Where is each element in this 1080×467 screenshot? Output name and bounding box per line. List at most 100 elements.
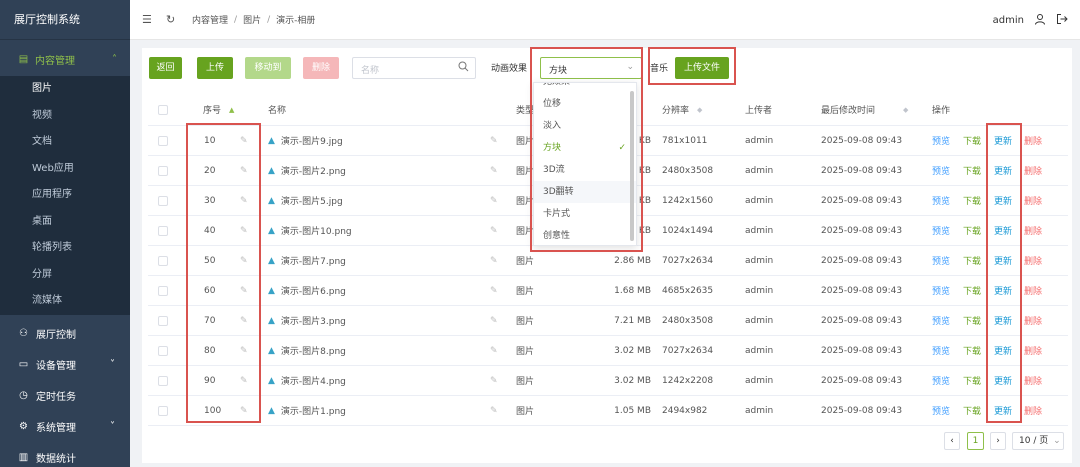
sidebar-item[interactable]: ◷ 定时任务: [0, 380, 130, 411]
edit-icon[interactable]: ✎: [240, 186, 248, 215]
sidebar-item[interactable]: ⚙ 系统管理 ˅: [0, 411, 130, 442]
edit-icon[interactable]: ✎: [240, 156, 248, 185]
preview-link[interactable]: 预览: [932, 126, 950, 155]
file-name[interactable]: 演示-图片10.png: [281, 224, 352, 237]
sidebar-item[interactable]: ▭ 设备管理 ˅: [0, 349, 130, 380]
sidebar-subitem[interactable]: 轮播列表: [0, 235, 130, 262]
row-checkbox[interactable]: [158, 165, 168, 176]
edit-icon[interactable]: ✎: [490, 216, 498, 245]
refresh-icon[interactable]: ↻: [166, 13, 178, 26]
file-name[interactable]: 演示-图片8.png: [281, 344, 346, 357]
delete-link[interactable]: 删除: [1024, 126, 1042, 155]
delete-link[interactable]: 删除: [1024, 216, 1042, 245]
file-name[interactable]: 演示-图片7.png: [281, 254, 346, 267]
file-name[interactable]: 演示-图片3.png: [281, 314, 346, 327]
sidebar-group-content[interactable]: ▤ 内容管理 ˄: [0, 42, 130, 76]
edit-icon[interactable]: ✎: [490, 126, 498, 155]
sidebar-subitem[interactable]: 视频: [0, 102, 130, 129]
dropdown-option[interactable]: 3D流: [534, 159, 636, 181]
preview-link[interactable]: 预览: [932, 276, 950, 305]
edit-icon[interactable]: ✎: [490, 246, 498, 275]
edit-icon[interactable]: ✎: [240, 336, 248, 365]
dropdown-scrollbar[interactable]: [630, 91, 634, 241]
dropdown-option[interactable]: 卡片式: [534, 203, 636, 225]
user-icon[interactable]: [1034, 13, 1046, 28]
preview-link[interactable]: 预览: [932, 186, 950, 215]
search-input[interactable]: 名称: [352, 57, 476, 79]
download-link[interactable]: 下载: [963, 276, 981, 305]
delete-link[interactable]: 删除: [1024, 366, 1042, 395]
animation-select[interactable]: 方块 ⌄: [540, 57, 642, 79]
delete-link[interactable]: 删除: [1024, 336, 1042, 365]
upload-file-button[interactable]: 上传文件: [675, 57, 729, 79]
upload-button[interactable]: 上传: [197, 57, 233, 79]
search-icon[interactable]: [458, 61, 469, 75]
dropdown-option[interactable]: 方块 ✓: [534, 137, 636, 159]
update-link[interactable]: 更新: [994, 336, 1012, 365]
download-link[interactable]: 下载: [963, 306, 981, 335]
dropdown-option[interactable]: 淡入: [534, 115, 636, 137]
update-link[interactable]: 更新: [994, 216, 1012, 245]
download-link[interactable]: 下载: [963, 126, 981, 155]
edit-icon[interactable]: ✎: [240, 246, 248, 275]
update-link[interactable]: 更新: [994, 276, 1012, 305]
sidebar-subitem[interactable]: 图片: [0, 76, 130, 103]
preview-link[interactable]: 预览: [932, 336, 950, 365]
download-link[interactable]: 下载: [963, 246, 981, 275]
edit-icon[interactable]: ✎: [490, 366, 498, 395]
preview-link[interactable]: 预览: [932, 366, 950, 395]
edit-icon[interactable]: ✎: [490, 396, 498, 425]
delete-link[interactable]: 删除: [1024, 246, 1042, 275]
current-page[interactable]: 1: [967, 432, 984, 450]
edit-icon[interactable]: ✎: [240, 126, 248, 155]
file-name[interactable]: 演示-图片1.png: [281, 404, 346, 417]
menu-collapse-icon[interactable]: ☰: [142, 13, 154, 26]
edit-icon[interactable]: ✎: [490, 276, 498, 305]
row-checkbox[interactable]: [158, 135, 168, 146]
row-checkbox[interactable]: [158, 285, 168, 296]
sidebar-subitem[interactable]: 桌面: [0, 208, 130, 235]
sidebar-item[interactable]: ⚇ 展厅控制: [0, 318, 130, 349]
download-link[interactable]: 下载: [963, 366, 981, 395]
back-button[interactable]: 返回: [149, 57, 182, 79]
sidebar-subitem[interactable]: 文档: [0, 129, 130, 156]
sidebar-item[interactable]: ▥ 数据统计: [0, 442, 130, 467]
sort-icon[interactable]: ◆: [697, 106, 702, 114]
row-checkbox[interactable]: [158, 255, 168, 266]
sidebar-subitem[interactable]: 分屏: [0, 261, 130, 288]
preview-link[interactable]: 预览: [932, 306, 950, 335]
logout-icon[interactable]: [1056, 13, 1068, 28]
delete-link[interactable]: 删除: [1024, 276, 1042, 305]
edit-icon[interactable]: ✎: [490, 156, 498, 185]
move-to-button[interactable]: 移动到: [245, 57, 291, 79]
sidebar-subitem[interactable]: 应用程序: [0, 182, 130, 209]
update-link[interactable]: 更新: [994, 126, 1012, 155]
next-page-button[interactable]: ›: [990, 432, 1006, 450]
download-link[interactable]: 下载: [963, 396, 981, 425]
prev-page-button[interactable]: ‹: [944, 432, 960, 450]
row-checkbox[interactable]: [158, 225, 168, 236]
edit-icon[interactable]: ✎: [240, 396, 248, 425]
update-link[interactable]: 更新: [994, 246, 1012, 275]
delete-button[interactable]: 删除: [303, 57, 339, 79]
breadcrumb-item[interactable]: 内容管理: [192, 13, 228, 26]
sort-icon[interactable]: ▲: [229, 106, 234, 114]
download-link[interactable]: 下载: [963, 336, 981, 365]
preview-link[interactable]: 预览: [932, 396, 950, 425]
row-checkbox[interactable]: [158, 345, 168, 356]
download-link[interactable]: 下载: [963, 216, 981, 245]
file-name[interactable]: 演示-图片9.jpg: [281, 134, 343, 147]
dropdown-option[interactable]: 创意性: [534, 225, 636, 245]
edit-icon[interactable]: ✎: [240, 366, 248, 395]
sidebar-subitem[interactable]: 流媒体: [0, 288, 130, 315]
sidebar-subitem[interactable]: Web应用: [0, 155, 130, 182]
dropdown-option[interactable]: 无效果: [534, 83, 636, 93]
update-link[interactable]: 更新: [994, 156, 1012, 185]
preview-link[interactable]: 预览: [932, 216, 950, 245]
file-name[interactable]: 演示-图片4.png: [281, 374, 346, 387]
update-link[interactable]: 更新: [994, 396, 1012, 425]
file-name[interactable]: 演示-图片6.png: [281, 284, 346, 297]
select-all-checkbox[interactable]: [158, 104, 168, 115]
dropdown-option[interactable]: 3D翻转: [534, 181, 636, 203]
delete-link[interactable]: 删除: [1024, 186, 1042, 215]
